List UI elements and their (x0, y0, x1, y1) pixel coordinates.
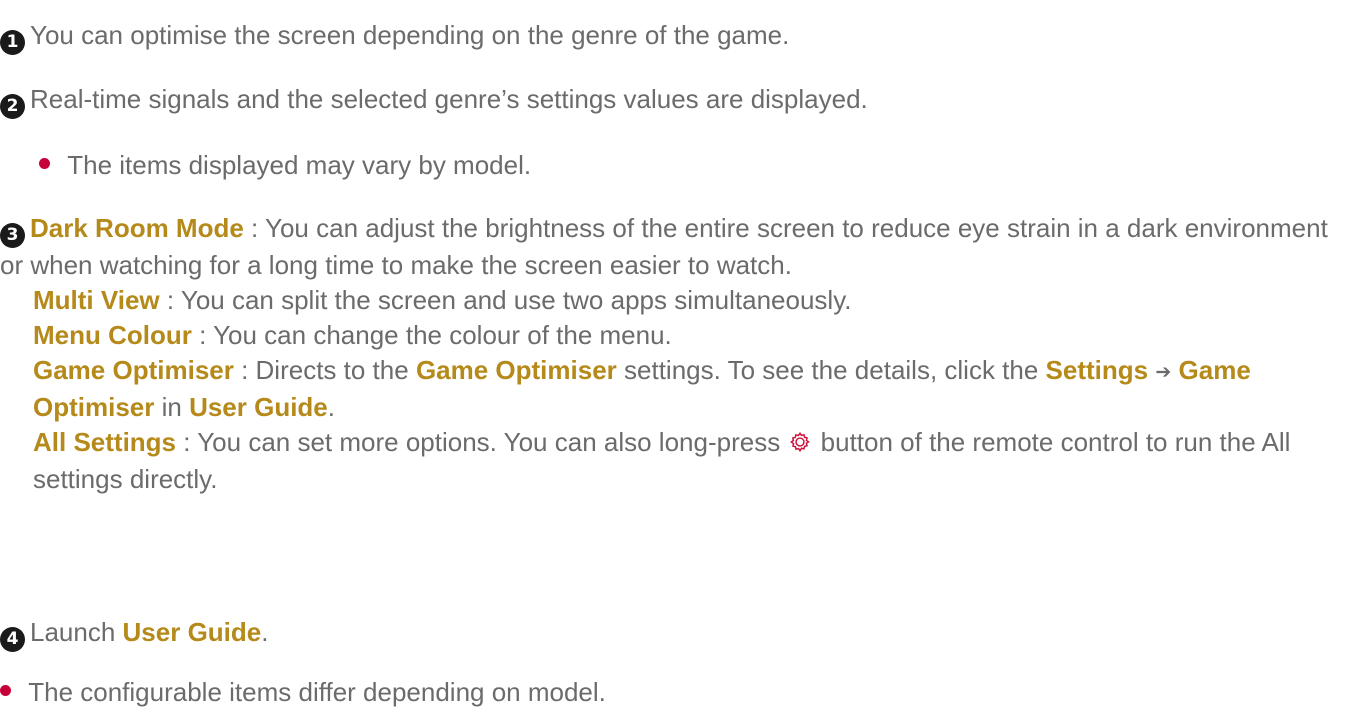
number-badge-3: 3 (0, 223, 25, 248)
item-1: 1 You can optimise the screen depending o… (0, 18, 1351, 55)
item-4-text-2: . (261, 617, 269, 647)
menu-colour-term: Menu Colour (33, 320, 192, 350)
item-4-text-1: Launch (30, 617, 123, 647)
item-4: 4 Launch User Guide. (0, 615, 1351, 652)
multi-view-text: : You can split the screen and use two a… (159, 285, 852, 315)
game-optimiser-text-3: in (154, 392, 190, 422)
game-optimiser-entry: Game Optimiser : Directs to the Game Opt… (0, 353, 1351, 425)
footer-note: The configurable items differ depending … (0, 675, 1351, 710)
all-settings-entry: All Settings : You can set more options.… (0, 425, 1351, 497)
settings-link[interactable]: Settings (1046, 355, 1149, 385)
game-optimiser-text-2: settings. To see the details, click the (616, 355, 1046, 385)
number-badge-1: 1 (0, 30, 25, 55)
bullet-icon (0, 685, 11, 696)
game-optimiser-text-4: . (327, 392, 336, 422)
game-optimiser-text-1: : Directs to the (233, 355, 416, 385)
multi-view-entry: Multi View : You can split the screen an… (0, 283, 1351, 318)
number-badge-2: 2 (0, 94, 25, 119)
item-2-text: Real-time signals and the selected genre… (30, 84, 868, 114)
sub-bullet-text: The items displayed may vary by model. (67, 150, 532, 180)
launch-user-guide-link[interactable]: User Guide (123, 617, 262, 647)
number-badge-4: 4 (0, 627, 25, 652)
item-1-text: You can optimise the screen depending on… (30, 20, 790, 50)
all-settings-text-1: : You can set more options. You can also… (176, 427, 788, 457)
footer-note-text: The configurable items differ depending … (28, 677, 606, 707)
game-optimiser-term: Game Optimiser (33, 355, 234, 385)
user-guide-page: 1 You can optimise the screen depending o… (0, 0, 1363, 722)
dark-room-mode-entry: 3 Dark Room Mode : You can adjust the bri… (0, 211, 1351, 283)
multi-view-term: Multi View (33, 285, 160, 315)
bullet-icon (39, 158, 50, 169)
menu-colour-entry: Menu Colour : You can change the colour … (0, 318, 1351, 353)
item-2: 2 Real-time signals and the selected genr… (0, 82, 1351, 119)
sub-bullet-item: The items displayed may vary by model. (39, 148, 1351, 183)
item-3: 3 Dark Room Mode : You can adjust the bri… (0, 211, 1351, 497)
menu-colour-text: : You can change the colour of the menu. (191, 320, 672, 350)
settings-gear-icon (789, 427, 811, 462)
user-guide-link[interactable]: User Guide (189, 392, 328, 422)
game-optimiser-link[interactable]: Game Optimiser (416, 355, 617, 385)
all-settings-term: All Settings (33, 427, 177, 457)
arrow-right-icon: ➔ (1155, 361, 1172, 383)
dark-room-mode-term: Dark Room Mode (30, 213, 244, 243)
